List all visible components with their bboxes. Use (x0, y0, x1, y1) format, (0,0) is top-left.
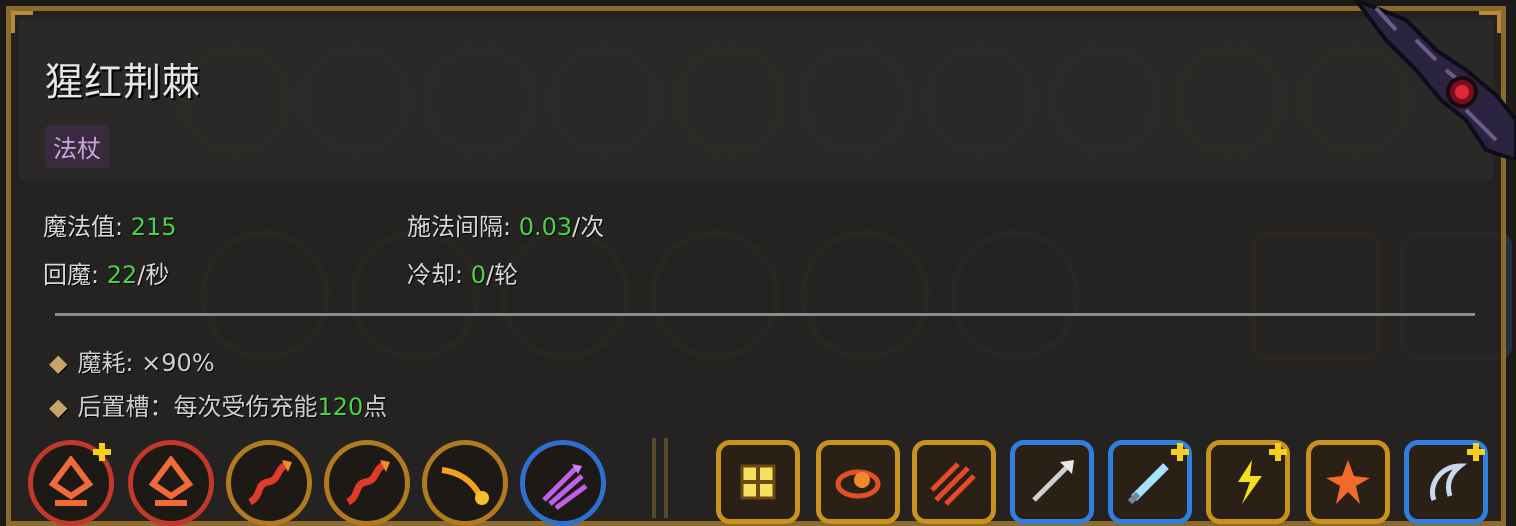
flame-diamond-icon (48, 456, 94, 506)
skill-slot-1[interactable] (28, 440, 114, 526)
stat-cooldown: 冷却: 0/轮 (407, 255, 518, 290)
stat-label: 冷却: (407, 261, 471, 289)
skill-slot-8[interactable] (816, 440, 900, 524)
stat-value: 0.03 (518, 213, 573, 241)
skill-slot-6[interactable] (520, 440, 606, 526)
triple-fire-arrow-icon (930, 462, 976, 506)
ice-sword-icon (1127, 463, 1169, 505)
skill-slot-11[interactable] (1108, 440, 1192, 524)
stat-unit: /轮 (486, 261, 519, 289)
bullet-icon: ◆ (49, 393, 68, 421)
hook-blade-icon (1430, 463, 1468, 501)
stat-value: 0 (470, 261, 486, 289)
skill-bar-separator (652, 438, 668, 518)
bullet-value: 120 (317, 393, 364, 421)
item-type-tag: 法杖 (45, 125, 109, 168)
skill-slot-9[interactable] (912, 440, 996, 524)
tooltip-header (19, 19, 1493, 179)
upgrade-plus-icon (93, 443, 111, 461)
frame-corner (11, 11, 33, 33)
bullet-text: 魔耗: ×90% (77, 349, 215, 377)
bullet-suffix: 点 (363, 393, 388, 421)
bullet-text: 后置槽：每次受伤充能 (77, 393, 318, 421)
stat-cast-interval: 施法间隔: 0.03/次 (407, 207, 604, 242)
stat-unit: /次 (572, 213, 605, 241)
stat-mana: 魔法值: 215 (43, 207, 177, 242)
split-arrow-icon (346, 460, 390, 506)
bullet-mana-cost: ◆ 魔耗: ×90% (49, 343, 215, 378)
skill-slot-4[interactable] (324, 440, 410, 526)
stat-value: 215 (130, 213, 177, 241)
skill-slot-3[interactable] (226, 440, 312, 526)
stat-label: 魔法值: (43, 213, 131, 241)
upgrade-plus-icon (1171, 443, 1189, 461)
skill-slot-10[interactable] (1010, 440, 1094, 524)
stat-value: 22 (106, 261, 138, 289)
stat-unit: /秒 (137, 261, 170, 289)
skill-slot-14[interactable] (1404, 440, 1488, 524)
skill-slot-2[interactable] (128, 440, 214, 526)
golden-grid-icon (740, 464, 776, 500)
fire-orbit-icon (835, 469, 881, 499)
skill-slot-5[interactable] (422, 440, 508, 526)
item-name: 猩红荆棘 (45, 60, 202, 104)
upgrade-plus-icon (1467, 443, 1485, 461)
tooltip-divider (55, 313, 1475, 316)
scarlet-thorn-staff-icon (1353, 0, 1516, 160)
bullet-post-slot: ◆ 后置槽：每次受伤充能120点 (49, 387, 387, 422)
stat-label: 施法间隔: (407, 213, 519, 241)
bullet-icon: ◆ (49, 349, 68, 377)
skill-slot-12[interactable] (1206, 440, 1290, 524)
skill-slot-13[interactable] (1306, 440, 1390, 524)
split-arrow-icon (248, 460, 292, 506)
flame-diamond-icon (148, 456, 194, 506)
stat-label: 回魔: (43, 261, 107, 289)
purple-wave-icon (542, 464, 588, 510)
stat-regen: 回魔: 22/秒 (43, 255, 169, 290)
upgrade-plus-icon (1269, 443, 1287, 461)
spear-icon (1032, 460, 1074, 502)
skill-slot-7[interactable] (716, 440, 800, 524)
fire-burst-icon (1326, 460, 1370, 504)
comet-trail-icon (441, 467, 489, 505)
lightning-icon (1238, 460, 1262, 504)
